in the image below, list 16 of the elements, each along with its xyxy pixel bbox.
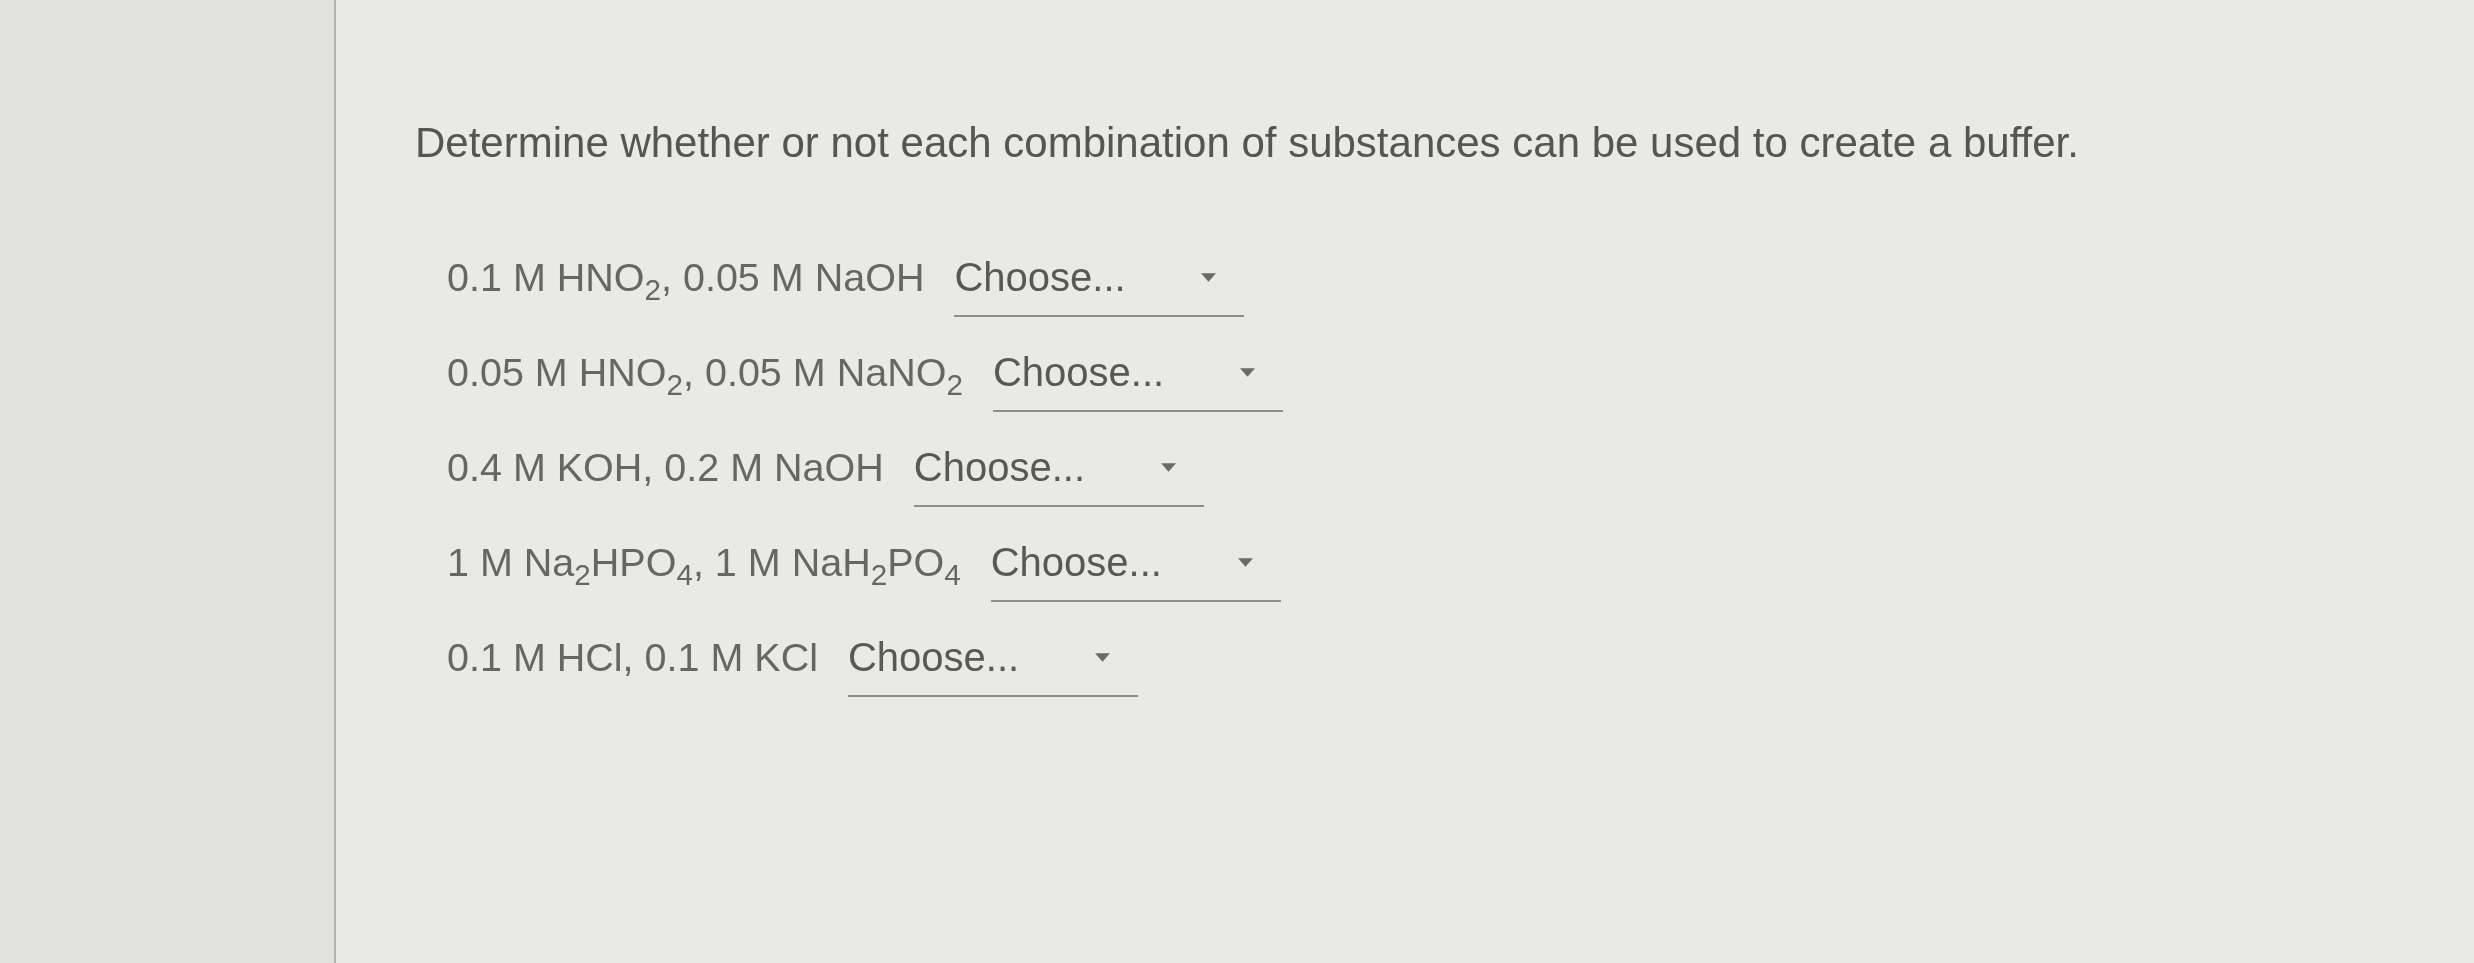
caret-icon	[1201, 273, 1217, 282]
caret-icon	[1239, 368, 1255, 377]
answer-dropdown[interactable]: Choose...	[990, 539, 1281, 602]
question-text: Determine whether or not each combination of substances can be used to create a buffer.	[415, 118, 2080, 168]
substance-label: 0.05 M HNO$_{2}$, 0.05 M NaNO$_{2}$	[447, 349, 963, 396]
answer-dropdown[interactable]: Choose...	[954, 254, 1245, 317]
caret-icon	[1094, 653, 1110, 662]
caret-icon	[1160, 463, 1176, 472]
caret-icon	[1237, 558, 1253, 567]
substance-label: 0.1 M HNO$_{2}$, 0.05 M NaOH	[447, 254, 925, 301]
substance-label: 0.4 M KOH, 0.2 M NaOH	[447, 444, 884, 491]
answer-dropdown[interactable]: Choose...	[913, 444, 1204, 507]
answer-dropdown[interactable]: Choose...	[847, 634, 1138, 697]
substance-label: 1 M Na$_{2}$HPO$_{4}$, 1 M NaH$_{2}$PO$_{4}$	[447, 539, 961, 586]
answer-dropdown[interactable]: Choose...	[992, 349, 1283, 412]
substance-label: 0.1 M HCl, 0.1 M KCl	[447, 634, 818, 681]
